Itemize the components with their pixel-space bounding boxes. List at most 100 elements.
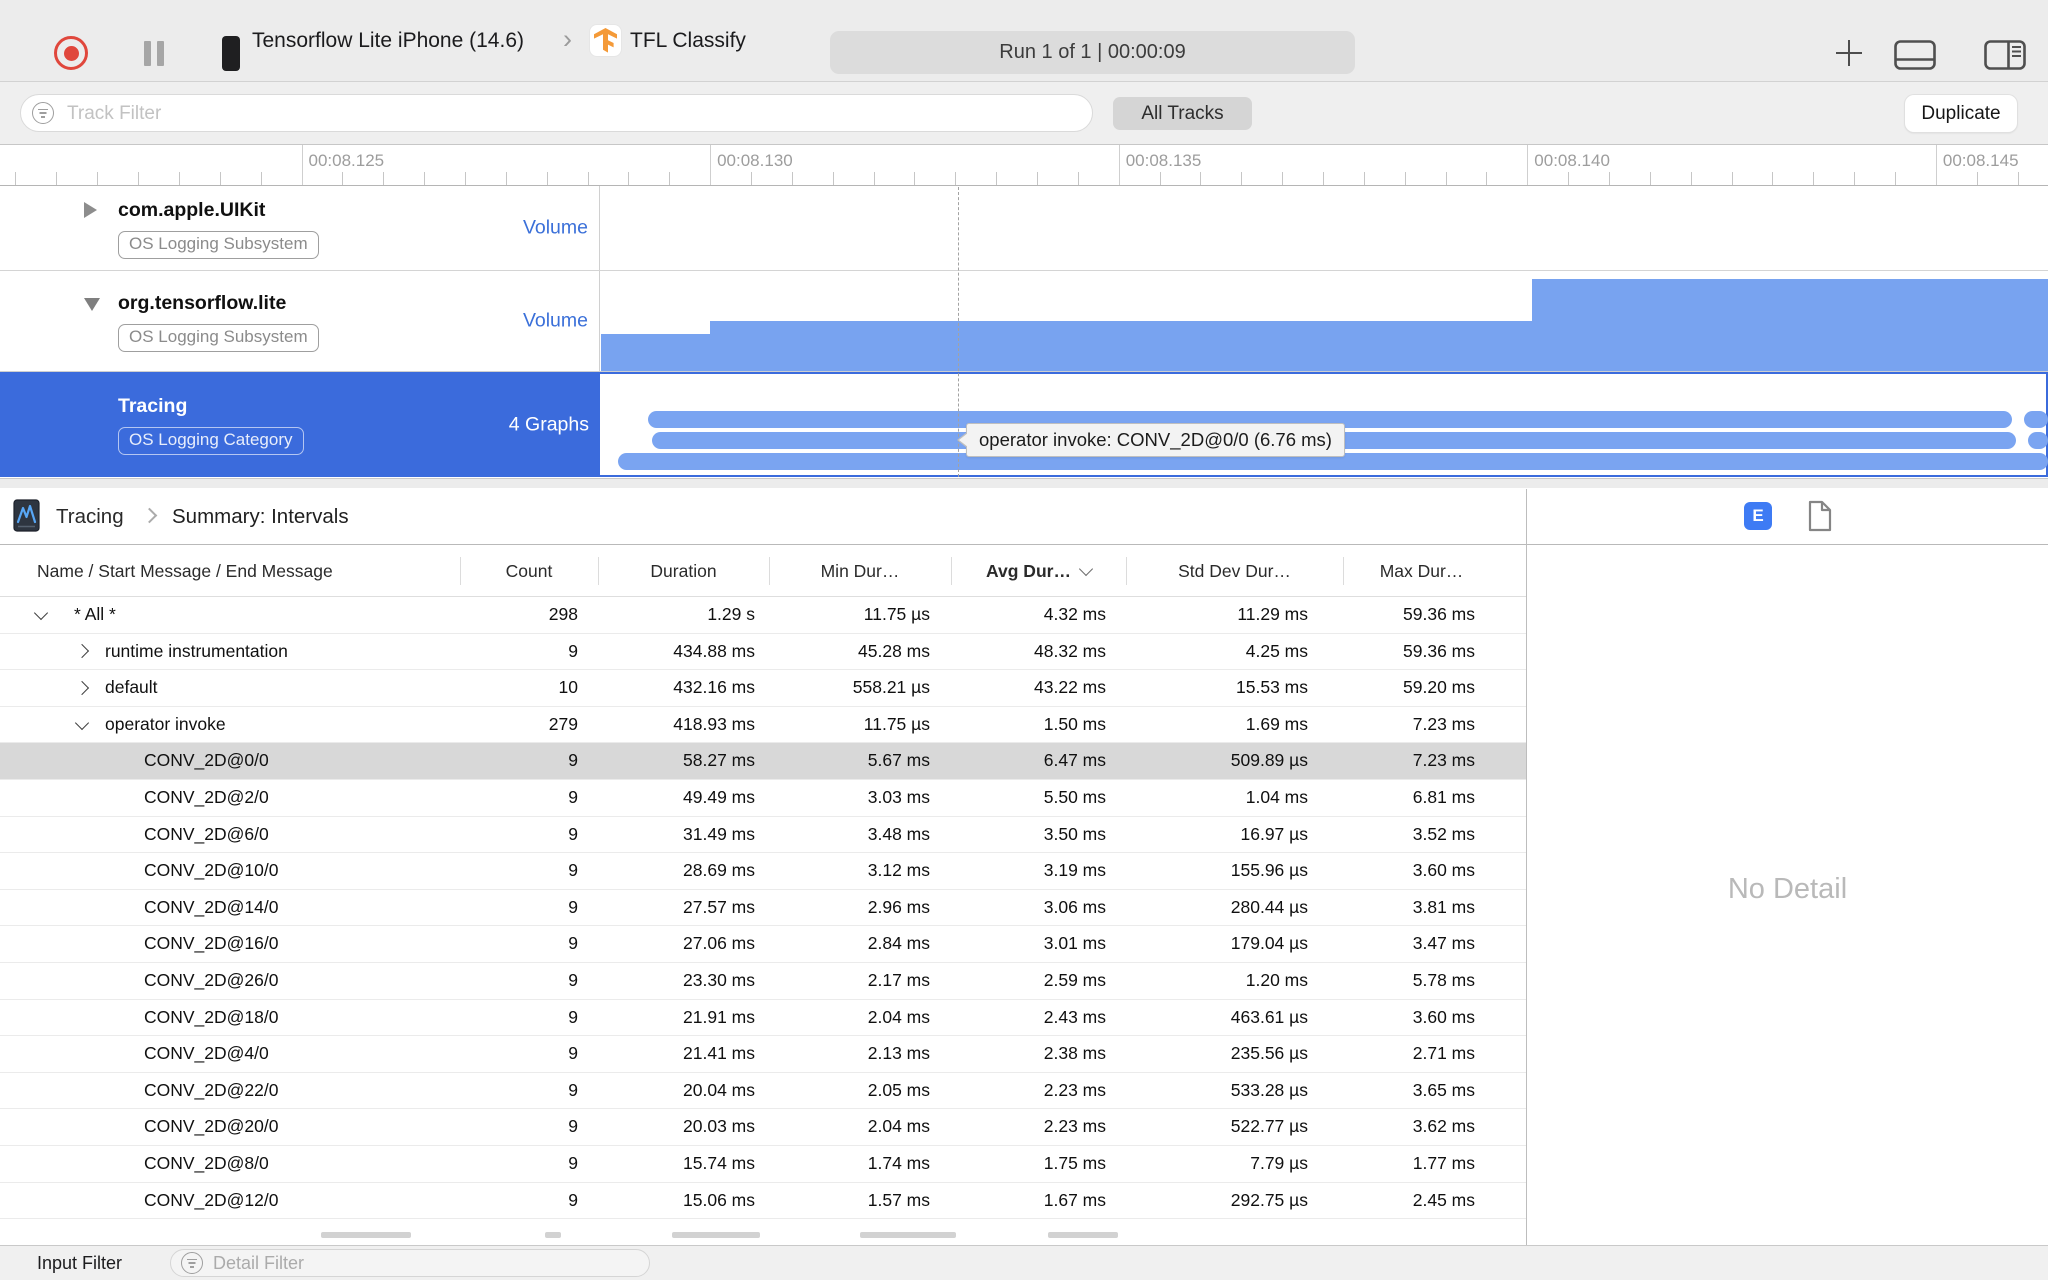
timeline-ruler[interactable]: 00:08.125 00:08.130 00:08.135 00:08.140 00:0… [0, 145, 2048, 186]
pause-icon[interactable] [141, 41, 168, 66]
ruler-minor-tick [1200, 172, 1202, 185]
cell-count: 298 [548, 604, 578, 624]
column-divider[interactable] [460, 557, 461, 585]
table-row-conv-2d-26-0[interactable]: CONV_2D@26/0 9 23.30 ms 2.17 ms 2.59 ms 1.20 … [0, 962, 1526, 1000]
table-row-default[interactable]: default 10 432.16 ms 558.21 µs 43.22 ms 15.53… [0, 670, 1526, 707]
cell-avg: 3.50 ms [1043, 823, 1106, 844]
target-name[interactable]: TFL Classify [630, 0, 746, 81]
ruler-minor-tick [996, 172, 998, 185]
table-row-conv-2d-4-0[interactable]: CONV_2D@4/0 9 21.41 ms 2.13 ms 2.38 ms 235.56… [0, 1036, 1526, 1073]
row-expand-closed-icon[interactable] [74, 644, 90, 659]
table-row-conv-2d-10-0[interactable]: CONV_2D@10/0 9 28.69 ms 3.12 ms 3.19 ms 155.9… [0, 853, 1526, 890]
cell-avg: 2.38 ms [1043, 1043, 1106, 1064]
table-row-conv-2d-6-0[interactable]: CONV_2D@6/0 9 31.49 ms 3.48 ms 3.50 ms 16.97 … [0, 816, 1526, 854]
table-row-conv-2d-20-0[interactable]: CONV_2D@20/0 9 20.03 ms 2.04 ms 2.23 ms 522.7… [0, 1109, 1526, 1146]
cell-min: 11.75 µs [863, 713, 930, 734]
document-icon[interactable] [1807, 500, 1833, 532]
ruler-minor-tick [1036, 172, 1038, 185]
run-status: Run 1 of 1 | 00:00:09 [830, 31, 1355, 74]
column-header-duration[interactable]: Duration [598, 546, 769, 596]
column-header-min-dur-[interactable]: Min Dur… [769, 546, 951, 596]
cell-avg: 2.43 ms [1043, 1006, 1106, 1027]
table-row-conv-2d-2-0[interactable]: CONV_2D@2/0 9 49.49 ms 3.03 ms 5.50 ms 1.04 m… [0, 779, 1526, 817]
track-display-mode[interactable]: 4 Graphs [509, 413, 589, 436]
table-row-conv-2d-16-0[interactable]: CONV_2D@16/0 9 27.06 ms 2.84 ms 3.01 ms 179.0… [0, 926, 1526, 963]
cell-max: 7.23 ms [1412, 713, 1475, 734]
column-divider[interactable] [769, 557, 770, 585]
cell-max: 3.52 ms [1412, 823, 1475, 844]
column-divider[interactable] [1126, 557, 1127, 585]
column-header-name[interactable]: Name / Start Message / End Message [0, 546, 460, 596]
cell-std: 292.75 µs [1230, 1189, 1308, 1210]
table-row-conv-2d-8-0[interactable]: CONV_2D@8/0 9 15.74 ms 1.74 ms 1.75 ms 7.79 µ… [0, 1145, 1526, 1183]
track-row-com-apple-uikit[interactable]: com.apple.UIKit OS Logging Subsystem Volum… [0, 186, 2048, 271]
column-header-count[interactable]: Count [460, 546, 598, 596]
breadcrumb-root[interactable]: Tracing [56, 488, 124, 545]
record-icon[interactable] [54, 36, 88, 70]
row-expand-closed-icon[interactable] [74, 680, 90, 696]
row-name: CONV_2D@4/0 [144, 1043, 269, 1064]
track-header[interactable]: org.tensorflow.lite OS Logging Subsystem V… [0, 271, 600, 371]
cell-avg: 2.23 ms [1043, 1079, 1106, 1100]
device-name[interactable]: Tensorflow Lite iPhone (14.6) [252, 0, 524, 81]
cell-min: 558.21 µs [852, 677, 930, 698]
detail-filter-input[interactable] [211, 1250, 635, 1276]
track-graph-area[interactable] [600, 186, 2048, 270]
extended-detail-icon[interactable]: E [1744, 502, 1772, 530]
cell-duration: 27.06 ms [683, 933, 755, 954]
table-row--all-[interactable]: * All * 298 1.29 s 11.75 µs 4.32 ms 11.29 ms 5… [0, 597, 1526, 634]
cell-count: 9 [568, 860, 578, 881]
track-display-mode[interactable]: Volume [523, 310, 588, 333]
table-row-conv-2d-22-0[interactable]: CONV_2D@22/0 9 20.04 ms 2.05 ms 2.23 ms 533.2… [0, 1072, 1526, 1110]
detail-filter-field[interactable] [170, 1249, 650, 1277]
ruler-major-tick [1935, 145, 1937, 185]
layout-bottom-icon[interactable] [1894, 40, 1936, 75]
breadcrumb-page[interactable]: Summary: Intervals [172, 488, 349, 545]
row-expand-open-icon[interactable] [33, 605, 49, 620]
cell-max: 2.71 ms [1412, 1043, 1475, 1064]
cell-duration: 31.49 ms [683, 823, 755, 844]
table-row-operator-invoke[interactable]: operator invoke 279 418.93 ms 11.75 µs 1.50 … [0, 706, 1526, 744]
row-expand-open-icon[interactable] [74, 715, 90, 730]
column-divider[interactable] [1343, 557, 1344, 585]
table-row-conv-2d-12-0[interactable]: CONV_2D@12/0 9 15.06 ms 1.57 ms 1.67 ms 292.7… [0, 1182, 1526, 1220]
table-row-runtime-instrumentation[interactable]: runtime instrumentation 9 434.88 ms 45.28 m… [0, 633, 1526, 671]
table-row-conv-2d-14-0[interactable]: CONV_2D@14/0 9 27.57 ms 2.96 ms 3.06 ms 280.4… [0, 889, 1526, 927]
column-divider[interactable] [951, 557, 952, 585]
tensorflow-logo-icon [590, 25, 621, 56]
track-filter-input[interactable] [65, 96, 1069, 132]
disclosure-open-icon[interactable] [84, 297, 100, 311]
ruler-minor-tick [546, 172, 548, 185]
row-name: CONV_2D@20/0 [144, 1116, 279, 1137]
cell-max: 3.81 ms [1412, 896, 1475, 917]
track-graph-area[interactable] [600, 271, 2048, 371]
table-row-conv-2d-0-0[interactable]: CONV_2D@0/0 9 58.27 ms 5.67 ms 6.47 ms 509.89… [0, 743, 1526, 780]
track-filter-field[interactable] [20, 94, 1093, 132]
column-header-max-dur-[interactable]: Max Dur… [1343, 546, 1500, 596]
cell-count: 9 [568, 1116, 578, 1137]
column-header-avg-dur-[interactable]: Avg Dur… [951, 546, 1126, 596]
cell-std: 280.44 µs [1230, 896, 1308, 917]
plus-icon[interactable] [1836, 40, 1862, 66]
interval-span-bar[interactable] [2028, 432, 2048, 449]
all-tracks-button[interactable]: All Tracks [1113, 97, 1252, 130]
column-divider[interactable] [598, 557, 599, 585]
interval-span-bar[interactable] [2024, 411, 2048, 428]
cell-max: 59.36 ms [1403, 604, 1475, 624]
table-row-conv-2d-18-0[interactable]: CONV_2D@18/0 9 21.91 ms 2.04 ms 2.43 ms 463.6… [0, 999, 1526, 1037]
track-header[interactable]: com.apple.UIKit OS Logging Subsystem Volum… [0, 186, 600, 270]
track-display-mode[interactable]: Volume [523, 217, 588, 240]
layout-right-icon[interactable] [1984, 40, 2026, 75]
track-row-org-tensorflow-lite[interactable]: org.tensorflow.lite OS Logging Subsystem V… [0, 271, 2048, 372]
cell-count: 9 [568, 1043, 578, 1064]
cell-max: 5.78 ms [1412, 969, 1475, 990]
track-header[interactable]: Tracing OS Logging Category 4 Graphs [0, 372, 600, 477]
column-header-std-dev-dur-[interactable]: Std Dev Dur… [1126, 546, 1343, 596]
cell-max: 59.20 ms [1403, 677, 1475, 698]
ruler-minor-tick [1854, 172, 1856, 185]
disclosure-closed-icon[interactable] [84, 201, 97, 218]
row-name: CONV_2D@12/0 [144, 1189, 279, 1210]
duplicate-button[interactable]: Duplicate [1905, 95, 2017, 132]
ruler-major-tick [710, 145, 712, 185]
cell-duration: 21.41 ms [683, 1043, 755, 1064]
